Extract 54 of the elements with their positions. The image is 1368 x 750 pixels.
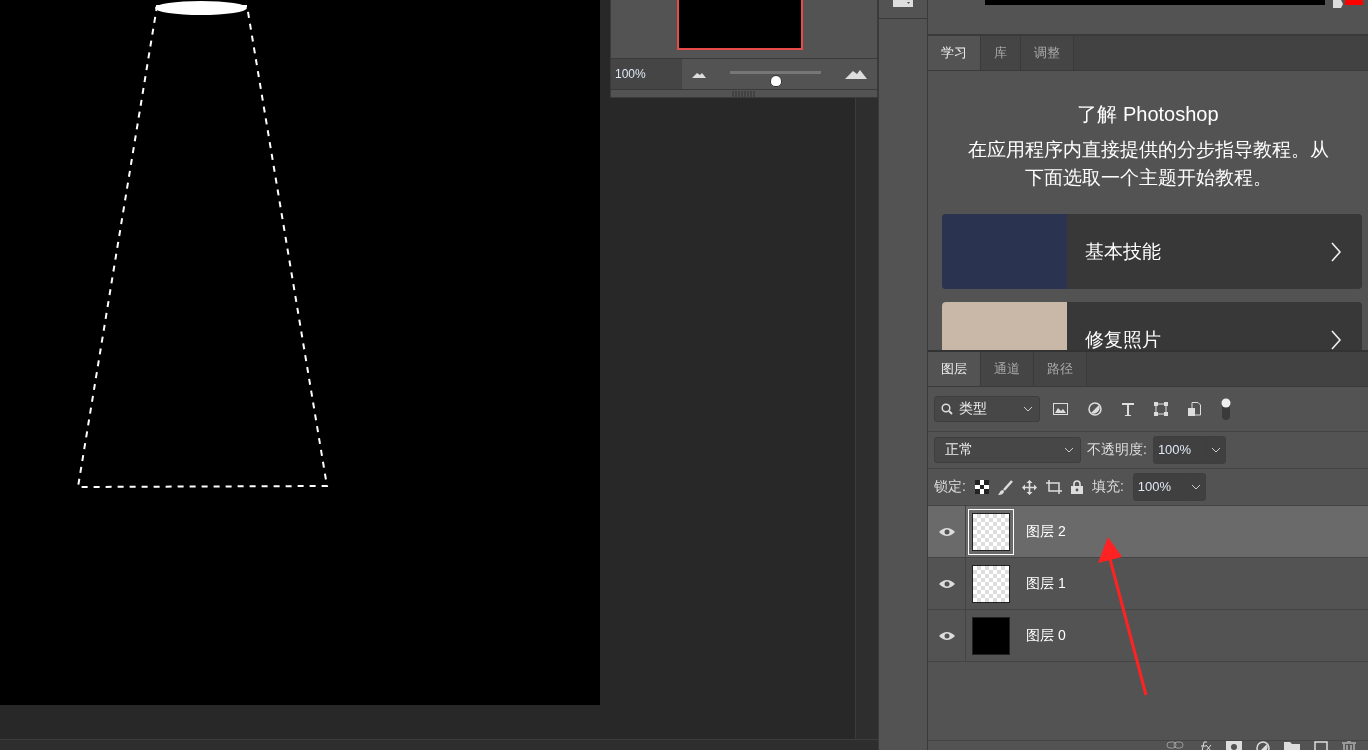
eye-icon[interactable] <box>938 526 955 537</box>
zoom-in-icon[interactable] <box>845 69 867 79</box>
zoom-field[interactable]: 100% <box>611 59 683 89</box>
panel-tab[interactable]: 学习 <box>928 36 981 70</box>
link-icon[interactable] <box>1166 741 1184 749</box>
opacity-field[interactable]: 100% <box>1152 436 1226 464</box>
layer-row[interactable]: 图层 2 <box>928 506 1368 558</box>
slider-thumb[interactable] <box>769 74 782 87</box>
folder-icon[interactable] <box>1284 741 1300 750</box>
blend-mode-dropdown[interactable]: 正常 <box>934 437 1081 463</box>
brush-icon[interactable] <box>997 479 1013 495</box>
chevron-icon <box>1023 406 1033 412</box>
learn-title: 了解 Photoshop <box>1076 102 1220 127</box>
topic-card[interactable]: 基本技能 <box>942 214 1362 289</box>
panel-icon[interactable] <box>893 0 913 8</box>
fx-icon[interactable] <box>1198 741 1212 750</box>
lock-label: 锁定: <box>934 478 966 496</box>
topic-card[interactable]: 修复照片 <box>942 302 1362 350</box>
chevron-right-icon <box>1330 241 1342 262</box>
half-circle-icon[interactable] <box>1256 741 1270 750</box>
shape-icon[interactable] <box>1154 402 1168 416</box>
slider-thumb-icon[interactable] <box>1333 0 1363 8</box>
chevron-icon <box>1190 484 1201 490</box>
lock-icon[interactable] <box>1070 480 1083 494</box>
chevron-icon <box>1210 447 1221 453</box>
chevron-icon <box>1064 447 1074 453</box>
trash-icon[interactable] <box>1342 741 1356 750</box>
layer-row[interactable]: 图层 1 <box>928 558 1368 610</box>
eye-icon[interactable] <box>938 630 955 641</box>
zoom-out-icon[interactable] <box>692 70 707 78</box>
new-layer-icon[interactable] <box>1314 741 1328 750</box>
checkerboard-icon[interactable] <box>974 480 989 494</box>
fill-label: 填充: <box>1091 478 1124 496</box>
half-circle-icon[interactable] <box>1088 402 1102 416</box>
text-tool-icon[interactable] <box>1122 402 1134 416</box>
eye-icon[interactable] <box>938 578 955 589</box>
chevron-right-icon <box>1330 329 1342 350</box>
filter-toggle-icon[interactable] <box>1221 398 1231 420</box>
fill-field[interactable]: 100% <box>1132 473 1206 501</box>
opacity-label: 不透明度: <box>1087 441 1147 459</box>
resize-grip-icon[interactable] <box>732 90 756 97</box>
scrollbar[interactable] <box>855 98 878 739</box>
mask-icon[interactable] <box>1226 741 1242 750</box>
move-icon[interactable] <box>1021 479 1037 495</box>
layer-row[interactable]: 图层 0 <box>928 610 1368 662</box>
search-icon <box>941 403 953 415</box>
filter-dropdown[interactable]: 类型 <box>934 396 1040 422</box>
image-icon[interactable] <box>1053 403 1068 415</box>
crop-icon[interactable] <box>1045 480 1062 494</box>
learn-description: 在应用程序内直接提供的分步指导教程。从下面选取一个主题开始教程。 <box>966 138 1330 190</box>
smart-object-icon[interactable] <box>1188 402 1201 416</box>
scrollbar[interactable] <box>0 739 878 750</box>
panel-tab[interactable]: 图层 <box>928 352 981 386</box>
color-ramp[interactable] <box>985 0 1325 5</box>
